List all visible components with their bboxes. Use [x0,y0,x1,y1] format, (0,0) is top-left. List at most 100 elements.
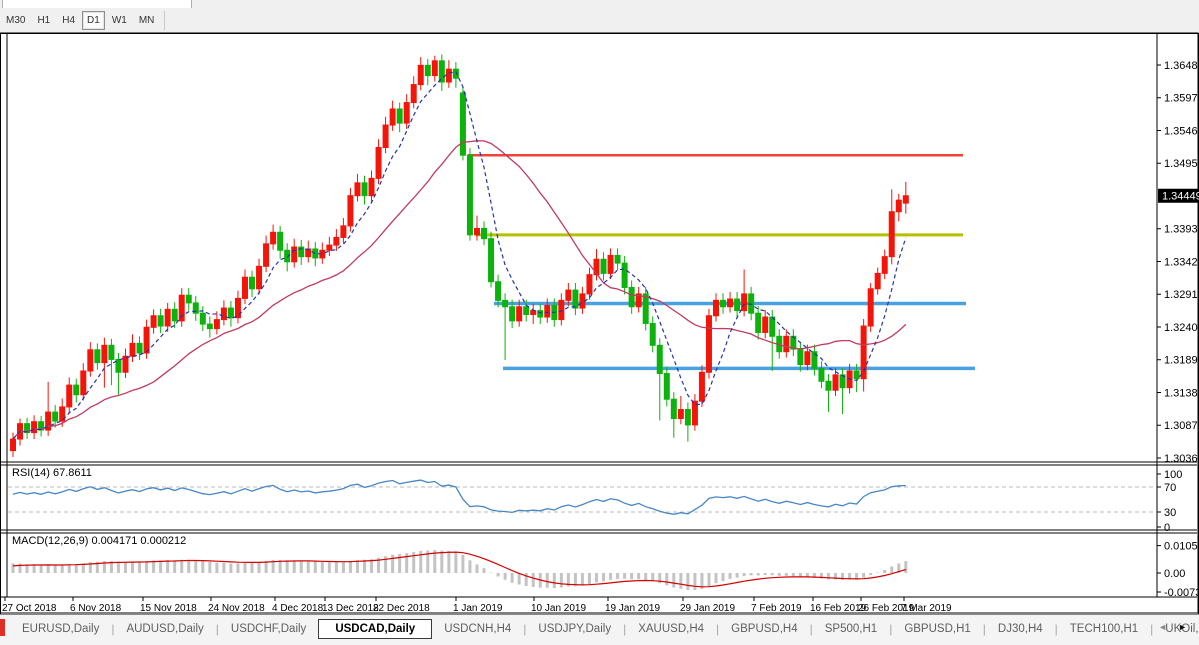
candle-up [151,316,156,328]
tab-usdcnh-h4[interactable]: USDCNH,H4 [432,621,523,637]
candle-down [397,109,402,123]
date-axis-label: 10 Jan 2019 [531,603,586,614]
candle-down [664,374,669,400]
candle-up [221,308,226,320]
candle-up [706,316,711,373]
candle-up [334,237,339,245]
candle-down [460,93,465,155]
candle-up [432,61,437,76]
candle-down [137,343,142,353]
macd-axis-label: 0.00 [1164,568,1185,580]
candle-down [425,65,430,75]
price-axis-label: 1.31385 [1164,387,1199,399]
tab-usdjpy-daily[interactable]: USDJPY,Daily [526,621,623,637]
date-axis-label: 29 Jan 2019 [680,603,735,614]
tab-xauusd-h4[interactable]: XAUUSD,H4 [626,621,716,637]
candle-down [650,323,655,345]
candle-down [721,300,726,306]
tab-usdcad-daily[interactable]: USDCAD,Daily [318,619,432,639]
tab-eurusd-daily[interactable]: EURUSD,Daily [10,621,111,637]
candle-down [158,316,163,326]
candle-up [165,309,170,326]
candle-up [292,247,297,262]
price-axis-label: 1.30875 [1164,420,1199,432]
rsi-label: RSI(14) 67.8611 [12,467,92,479]
rsi-axis-label: 30 [1164,507,1176,519]
candle-up [678,410,683,419]
candle-up [123,356,128,372]
candle-up [404,103,409,124]
date-axis-label: 6 Nov 2018 [70,603,122,614]
candle-up [102,345,107,362]
candle-down [109,345,114,359]
candle-up [327,245,332,250]
price-axis-label: 1.31895 [1164,355,1199,367]
candle-up [608,255,613,273]
candle-down [685,410,690,425]
price-axis-label: 1.34955 [1164,158,1199,170]
candle-down [453,69,458,78]
price-axis-label: 1.36485 [1164,60,1199,72]
candle-down [496,282,501,301]
tab-gbpusd-h1[interactable]: GBPUSD,H1 [892,621,982,637]
candle-up [130,343,135,356]
candle-up [179,295,184,321]
candle-up [144,327,149,353]
candle-up [805,352,810,365]
macd-axis-label: -0.0073 [1164,587,1199,599]
date-axis-label: 19 Jan 2019 [605,603,660,614]
tab-scroll-right-icon[interactable]: ► [1178,622,1187,632]
candle-down [95,350,100,363]
price-axis-label: 1.32915 [1164,289,1199,301]
rsi-axis-label: 70 [1164,482,1176,494]
date-axis-label: 15 Nov 2018 [140,603,197,614]
candle-down [629,288,634,307]
tab-gbpusd-h4[interactable]: GBPUSD,H4 [719,621,809,637]
candle-up [587,275,592,294]
tab-tech100-h1[interactable]: TECH100,H1 [1058,621,1150,637]
candle-down [439,61,444,82]
candle-up [446,69,451,82]
candle-down [74,385,79,395]
tab-audusd-daily[interactable]: AUDUSD,Daily [114,621,215,637]
tab-dj30-h4[interactable]: DJ30,H4 [986,621,1055,637]
candle-up [699,372,704,401]
date-axis-label: 24 Nov 2018 [208,603,265,614]
current-price-tag-text: 1.34449 [1162,191,1199,203]
candle-up [742,294,747,311]
candle-down [186,295,191,303]
candle-up [242,277,247,298]
rsi-axis-label: 100 [1164,469,1182,481]
candle-up [418,65,423,84]
tab-sp500-h1[interactable]: SP500,H1 [813,621,889,637]
candle-up [81,371,86,395]
candle-up [833,375,838,390]
candle-down [250,277,255,289]
candle-up [257,266,262,288]
candle-up [566,290,571,300]
chart-window-background [1,34,1197,612]
candle-up [889,212,894,257]
candle-down [643,294,648,324]
candle-down [362,183,367,196]
date-axis-label: 22 Dec 2018 [373,603,430,614]
candle-up [271,232,276,244]
tab-scroll-left-icon[interactable]: ◄ [1158,622,1167,632]
candle-up [875,273,880,288]
tab-usdchf-daily[interactable]: USDCHF,Daily [219,621,318,637]
chart-surface[interactable]: 1.364851.359751.354651.349551.344491.339… [0,0,1199,644]
candle-up [341,226,346,238]
tabbar-left-edge-marker [0,619,5,636]
candle-down [854,371,859,379]
candle-up [369,178,374,195]
candle-down [207,324,212,328]
candle-down [503,300,508,306]
candle-down [735,299,740,311]
candle-up [714,300,719,315]
candle-down [798,349,803,364]
candle-down [622,263,627,287]
candle-down [200,313,205,324]
candle-up [214,320,219,329]
candle-down [278,232,283,250]
date-axis-label: 4 Dec 2018 [272,603,324,614]
